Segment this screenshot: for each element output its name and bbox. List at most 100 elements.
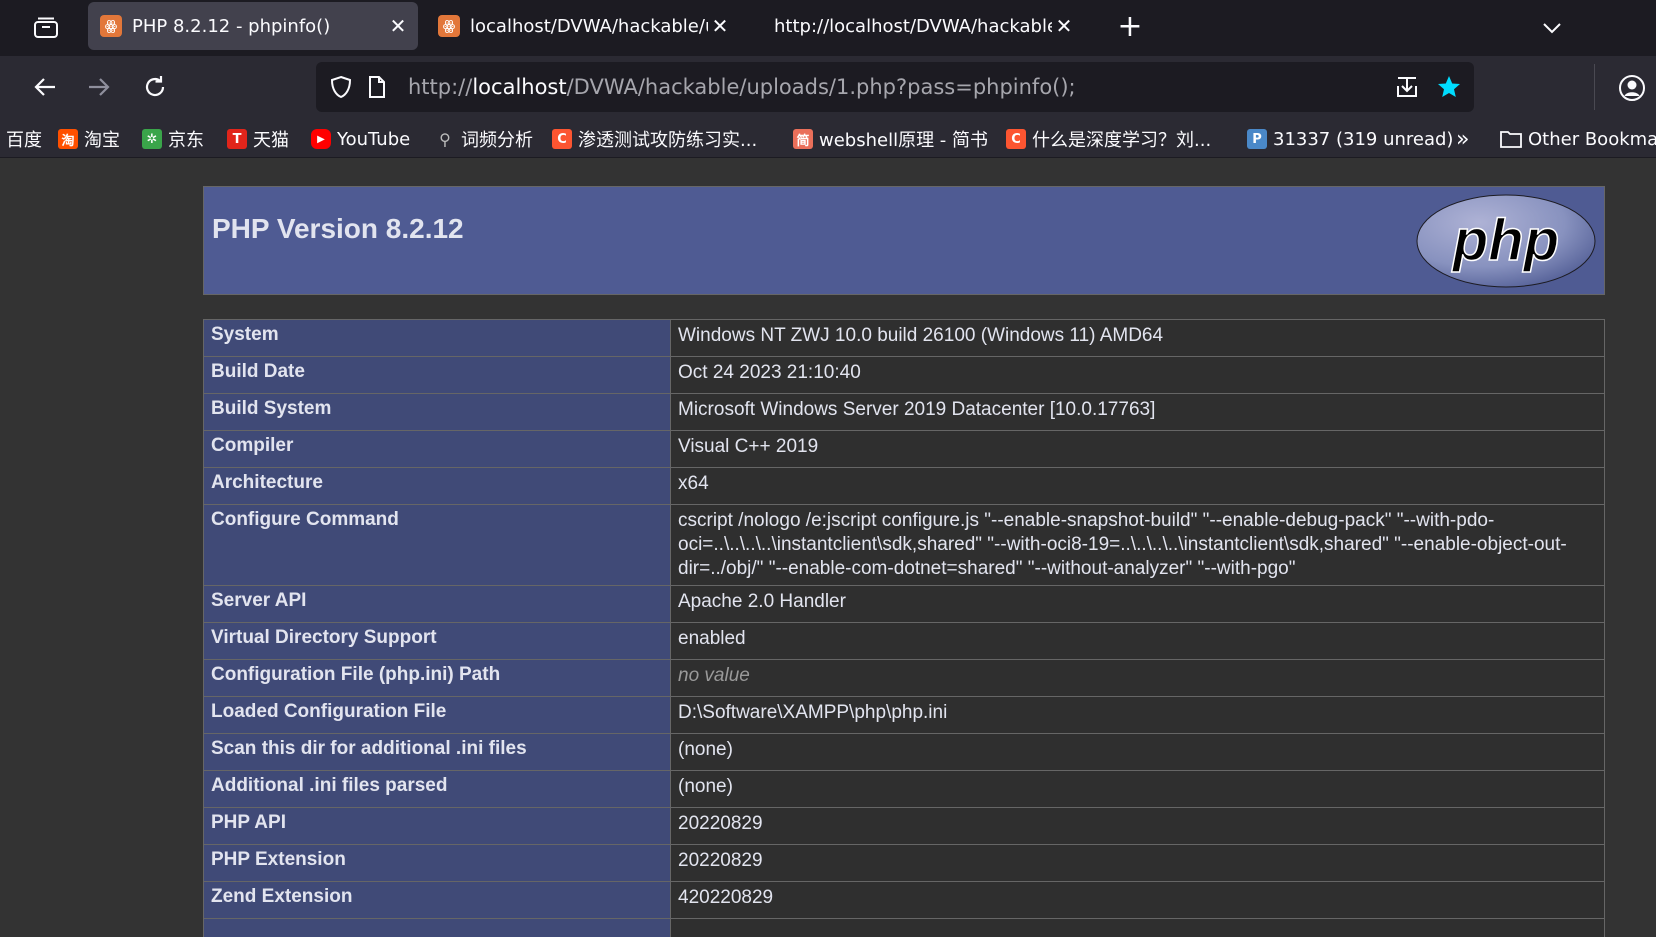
- row-value: D:\Software\XAMPP\php\php.ini: [670, 696, 1605, 734]
- arrow-left-icon: [34, 78, 55, 96]
- table-row: System Windows NT ZWJ 10.0 build 26100 (W…: [203, 319, 1605, 357]
- xampp-icon: ꙮ: [438, 15, 460, 37]
- table-row: Configure Command cscript /nologo /e:jscr…: [203, 504, 1605, 586]
- page-title: PHP Version 8.2.12: [212, 213, 464, 244]
- arrow-right-icon: [89, 78, 110, 96]
- row-value: (none): [670, 733, 1605, 771]
- forward-button[interactable]: [82, 70, 116, 104]
- bookmark-deep-learning[interactable]: C 什么是深度学习？刘...: [1006, 126, 1211, 152]
- row-key: Build System: [203, 393, 671, 431]
- page-icon[interactable]: [368, 75, 386, 103]
- page-content: PHP Version 8.2.12 php System Windows NT …: [0, 159, 1656, 937]
- table-row: Loaded Configuration File D:\Software\XAM…: [203, 696, 1605, 734]
- toolbar-separator: [1594, 64, 1595, 110]
- table-row: Scan this dir for additional .ini files(…: [203, 733, 1605, 771]
- bookmarks-toolbar: 百度 淘淘宝 ✲ 京东 T 天猫 ▶ YouTube ⚲ 词频分析 C 渗透测试攻防练习实…: [0, 118, 1656, 158]
- address-bar[interactable]: http://localhost/DVWA/hackable/uploads/1…: [316, 62, 1474, 112]
- row-key: PHP API: [203, 807, 671, 845]
- table-row: PHP API 20220829: [203, 807, 1605, 845]
- svg-text:php: php: [1451, 208, 1559, 273]
- bookmark-word-freq[interactable]: ⚲ 词频分析: [435, 126, 533, 152]
- bookmark-jd[interactable]: ✲ 京东: [142, 126, 204, 152]
- navigation-toolbar: http://localhost/DVWA/hackable/uploads/1…: [0, 56, 1656, 118]
- row-key: PHP Extension: [203, 844, 671, 882]
- close-icon[interactable]: ✕: [708, 14, 732, 38]
- account-icon[interactable]: [1614, 70, 1650, 106]
- jianshu-icon: 简: [793, 129, 813, 149]
- row-key: Server API: [203, 585, 671, 623]
- row-key: Build Date: [203, 356, 671, 394]
- p-icon: P: [1247, 129, 1267, 149]
- row-key: Scan this dir for additional .ini files: [203, 733, 671, 771]
- table-row: PHP Extension 20220829: [203, 844, 1605, 882]
- table-row: [203, 918, 1605, 937]
- row-value: 420220829: [670, 881, 1605, 919]
- phpinfo-table: System Windows NT ZWJ 10.0 build 26100 (W…: [203, 319, 1605, 937]
- bookmark-tmall[interactable]: T 天猫: [227, 126, 289, 152]
- csdn-icon: C: [552, 129, 572, 149]
- row-value: Windows NT ZWJ 10.0 build 26100 (Windows…: [670, 319, 1605, 357]
- tab-strip: ꙮ PHP 8.2.12 - phpinfo() ✕ ꙮ localhost/D…: [0, 0, 1656, 56]
- row-value: Microsoft Windows Server 2019 Datacenter…: [670, 393, 1605, 431]
- row-value: Apache 2.0 Handler: [670, 585, 1605, 623]
- row-value: enabled: [670, 622, 1605, 660]
- shield-icon[interactable]: [330, 75, 352, 103]
- tab-phpinfo[interactable]: ꙮ PHP 8.2.12 - phpinfo() ✕: [88, 2, 418, 50]
- table-row: Build System Microsoft Windows Server 201…: [203, 393, 1605, 431]
- table-row: Architecture x64: [203, 467, 1605, 505]
- search-icon: ⚲: [439, 129, 451, 149]
- row-key: Architecture: [203, 467, 671, 505]
- bookmark-baidu[interactable]: 百度: [6, 126, 42, 152]
- tab-title: http://localhost/DVWA/hackable/uploads/: [774, 15, 1052, 37]
- table-row: Configuration File (php.ini) Path no valu…: [203, 659, 1605, 697]
- bookmark-pentest[interactable]: C 渗透测试攻防练习实...: [552, 126, 757, 152]
- table-row: Virtual Directory Support enabled: [203, 622, 1605, 660]
- bookmark-unread[interactable]: P 31337 (319 unread): [1247, 126, 1453, 152]
- new-tab-button[interactable]: +: [1112, 10, 1148, 46]
- phpinfo-header: PHP Version 8.2.12 php: [203, 186, 1605, 295]
- row-key: Zend Extension: [203, 881, 671, 919]
- youtube-icon: ▶: [311, 129, 331, 149]
- php-logo: php: [1416, 194, 1596, 288]
- tab-title: PHP 8.2.12 - phpinfo(): [132, 15, 331, 37]
- url-text[interactable]: http://localhost/DVWA/hackable/uploads/1…: [408, 75, 1076, 99]
- close-icon[interactable]: ✕: [1052, 14, 1076, 38]
- bookmark-youtube[interactable]: ▶ YouTube: [311, 126, 410, 152]
- row-key: Loaded Configuration File: [203, 696, 671, 734]
- row-key: Configuration File (php.ini) Path: [203, 659, 671, 697]
- row-key: [203, 918, 671, 937]
- chevron-down-icon[interactable]: [1536, 12, 1568, 44]
- download-icon[interactable]: [1394, 74, 1420, 104]
- row-value: 20220829: [670, 807, 1605, 845]
- tab-title: localhost/DVWA/hackable/uploads/1.php: [470, 15, 708, 37]
- back-button[interactable]: [28, 70, 62, 104]
- row-value: cscript /nologo /e:jscript configure.js …: [670, 504, 1605, 586]
- row-value: [670, 918, 1605, 937]
- row-value: x64: [670, 467, 1605, 505]
- reload-button[interactable]: [138, 70, 172, 104]
- row-key: System: [203, 319, 671, 357]
- tab-list-icon[interactable]: [30, 12, 62, 44]
- row-value: Oct 24 2023 21:10:40: [670, 356, 1605, 394]
- row-value: no value: [670, 659, 1605, 697]
- row-key: Compiler: [203, 430, 671, 468]
- table-row: Compiler Visual C++ 2019: [203, 430, 1605, 468]
- tab-upload[interactable]: ꙮ localhost/DVWA/hackable/uploads/1.php …: [430, 0, 740, 52]
- bookmark-star-icon[interactable]: [1436, 74, 1462, 104]
- bookmark-taobao[interactable]: 淘淘宝: [58, 126, 120, 152]
- csdn-icon: C: [1006, 129, 1026, 149]
- bookmarks-overflow-button[interactable]: »: [1456, 126, 1469, 152]
- row-value: 20220829: [670, 844, 1605, 882]
- reload-icon: [145, 76, 165, 97]
- taobao-icon: 淘: [58, 129, 78, 149]
- bookmark-webshell[interactable]: 简 webshell原理 - 简书: [793, 126, 988, 152]
- row-key: Virtual Directory Support: [203, 622, 671, 660]
- table-row: Zend Extension 420220829: [203, 881, 1605, 919]
- row-key: Configure Command: [203, 504, 671, 586]
- tab-uploads-dir[interactable]: http://localhost/DVWA/hackable/uploads/ …: [764, 0, 1084, 52]
- table-row: Build Date Oct 24 2023 21:10:40: [203, 356, 1605, 394]
- close-icon[interactable]: ✕: [386, 14, 410, 38]
- tmall-icon: T: [227, 129, 247, 149]
- jd-icon: ✲: [142, 129, 162, 149]
- other-bookmarks[interactable]: Other Bookmarks: [1500, 126, 1656, 152]
